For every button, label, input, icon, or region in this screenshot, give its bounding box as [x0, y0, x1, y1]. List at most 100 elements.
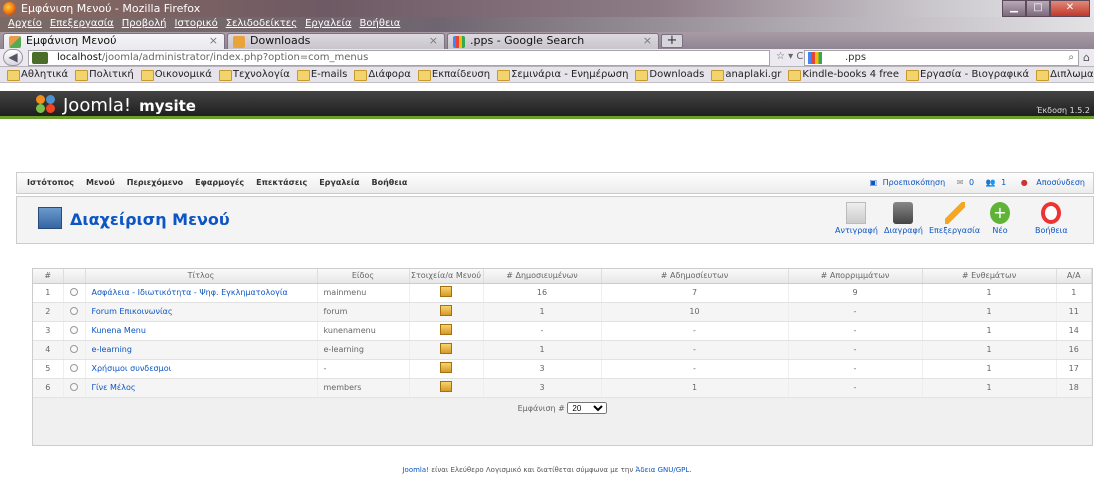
menu-items-icon[interactable]	[409, 321, 484, 341]
col-type[interactable]: Είδος	[317, 269, 410, 284]
close-button[interactable]: ✕	[1050, 0, 1090, 17]
bookmark-folder[interactable]: anaplaki.gr	[710, 67, 781, 82]
search-input[interactable]: .pps ⌕	[804, 50, 1079, 66]
admin-menu-components[interactable]: Εφαρμογές	[189, 173, 250, 193]
menu-title-link[interactable]: Ασφάλεια - Ιδιωτικότητα - Ψηφ. Εγκληματο…	[92, 288, 288, 297]
preview-link[interactable]: ▣ Προεπισκόπηση	[867, 173, 952, 193]
site-name: mysite	[139, 97, 196, 115]
row-select-radio[interactable]	[63, 359, 86, 379]
google-engine-icon[interactable]	[808, 52, 822, 64]
menu-title-link[interactable]: Γίνε Μέλος	[92, 383, 136, 392]
admin-menu-menus[interactable]: Μενού	[80, 173, 121, 193]
bookmark-folder[interactable]: Downloads	[634, 67, 704, 82]
menu-title-link[interactable]: Χρήσιμοι συνδεσμοι	[92, 364, 172, 373]
col-id[interactable]: Α/Α	[1056, 269, 1092, 284]
menu-view[interactable]: Προβολή	[118, 17, 171, 29]
tab-menu-manager[interactable]: Εμφάνιση Μενού ×	[3, 33, 225, 49]
row-published: 1	[483, 302, 602, 322]
new-button[interactable]: + Νέο	[990, 202, 1010, 235]
menu-items-icon[interactable]	[409, 302, 484, 322]
menu-tools[interactable]: Εργαλεία	[301, 17, 355, 29]
col-title[interactable]: Τίτλος	[85, 269, 318, 284]
bookmark-folder[interactable]: Εκπαίδευση	[417, 67, 490, 82]
row-number: 3	[33, 321, 64, 341]
bookmark-folder[interactable]: Kindle-books 4 free	[787, 67, 899, 82]
row-select-radio[interactable]	[63, 283, 86, 303]
delete-button[interactable]: Διαγραφή	[884, 202, 923, 235]
admin-menu-tools[interactable]: Εργαλεία	[313, 173, 365, 193]
bookmark-folder[interactable]: Διάφορα	[353, 67, 411, 82]
reload-icon[interactable]: ☆ ▾ C	[776, 51, 803, 62]
menu-help[interactable]: Βοήθεια	[356, 17, 405, 29]
url-bar[interactable]: localhost/joomla/administrator/index.php…	[28, 50, 770, 66]
menu-items-icon[interactable]	[409, 378, 484, 398]
row-id: 1	[1056, 283, 1092, 303]
gpl-license-link[interactable]: Άδεια GNU/GPL.	[635, 466, 691, 474]
row-trash: 9	[788, 283, 923, 303]
tab-downloads[interactable]: Downloads ×	[227, 33, 445, 49]
close-tab-icon[interactable]: ×	[429, 34, 438, 48]
menu-title-link[interactable]: Forum Επικοινωνίας	[92, 307, 173, 316]
row-modules: 1	[922, 283, 1057, 303]
admin-menu-content[interactable]: Περιεχόμενο	[121, 173, 189, 193]
bookmark-folder[interactable]: Οικονομικά	[140, 67, 212, 82]
close-tab-icon[interactable]: ×	[209, 34, 218, 48]
col-modules: # Ενθεμάτων	[922, 269, 1057, 284]
tab-google-search[interactable]: .pps - Google Search ×	[447, 33, 659, 49]
bookmark-folder[interactable]: Αθλητικά	[6, 67, 68, 82]
search-icon[interactable]: ⌕	[1068, 51, 1074, 65]
row-title: Kunena Menu	[85, 321, 318, 341]
bookmark-folder[interactable]: Εργασία - Βιογραφικά	[905, 67, 1029, 82]
search-value: .pps	[845, 52, 867, 63]
bookmark-folder[interactable]: Διπλωματική	[1035, 67, 1094, 82]
menubar: Αρχείο Επεξεργασία Προβολή Ιστορικό Σελι…	[0, 17, 1094, 32]
admin-menu-extensions[interactable]: Επεκτάσεις	[250, 173, 313, 193]
bookmark-folder[interactable]: E-mails	[296, 67, 347, 82]
help-button[interactable]: Βοήθεια	[1035, 202, 1068, 235]
back-button[interactable]: ◀	[3, 49, 23, 66]
edit-button[interactable]: Επεξεργασία	[929, 202, 980, 235]
row-trash: -	[788, 321, 923, 341]
menu-items-icon[interactable]	[409, 359, 484, 379]
menu-edit[interactable]: Επεξεργασία	[46, 17, 118, 29]
row-type: -	[317, 359, 410, 379]
copy-button[interactable]: Αντιγραφή	[835, 202, 878, 235]
edit-label: Επεξεργασία	[929, 226, 981, 235]
joomla-link[interactable]: Joomla!	[402, 466, 429, 474]
col-menu-items: Στοιχεία/α Μενού	[409, 269, 484, 284]
menu-title-link[interactable]: e-learning	[92, 345, 132, 354]
menu-items-icon[interactable]	[409, 340, 484, 360]
minimize-button[interactable]: ▁	[1002, 0, 1026, 17]
admin-menu-site[interactable]: Ιστότοπος	[17, 173, 80, 193]
maximize-button[interactable]: □	[1026, 0, 1050, 17]
tab-label: .pps - Google Search	[470, 34, 585, 47]
display-count-select[interactable]: 20	[567, 401, 608, 414]
row-trash: -	[788, 359, 923, 379]
admin-menu: Ιστότοπος Μενού Περιεχόμενο Εφαρμογές Επεκτά…	[16, 172, 1094, 194]
row-title: Forum Επικοινωνίας	[85, 302, 318, 322]
menu-title-link[interactable]: Kunena Menu	[92, 326, 146, 335]
copy-label: Αντιγραφή	[835, 226, 878, 235]
messages-count[interactable]: ✉ 0	[954, 173, 980, 193]
site-identity-icon[interactable]	[32, 52, 48, 64]
row-select-radio[interactable]	[63, 378, 86, 398]
menu-history[interactable]: Ιστορικό	[171, 17, 222, 29]
close-tab-icon[interactable]: ×	[643, 34, 652, 48]
bookmark-folder[interactable]: Πολιτική	[74, 67, 134, 82]
users-count[interactable]: 👥 1	[983, 173, 1013, 193]
bookmark-folder[interactable]: Τεχνολογία	[218, 67, 290, 82]
bookmark-folder[interactable]: Σεμινάρια - Ενημέρωση	[496, 67, 628, 82]
page-title-text: Διαχείριση Μενού	[70, 210, 230, 229]
row-select-radio[interactable]	[63, 302, 86, 322]
row-title: Ασφάλεια - Ιδιωτικότητα - Ψηφ. Εγκληματο…	[85, 283, 318, 303]
new-tab-button[interactable]: +	[661, 34, 683, 48]
home-icon[interactable]: ⌂	[1083, 51, 1090, 64]
admin-menu-help[interactable]: Βοήθεια	[365, 173, 413, 193]
help-label: Βοήθεια	[1035, 226, 1068, 235]
menu-bookmarks[interactable]: Σελιδοδείκτες	[222, 17, 301, 29]
menu-file[interactable]: Αρχείο	[0, 17, 46, 29]
logout-link[interactable]: ● Αποσύνδεση	[1015, 173, 1091, 193]
row-select-radio[interactable]	[63, 340, 86, 360]
menu-items-icon[interactable]	[409, 283, 484, 303]
row-select-radio[interactable]	[63, 321, 86, 341]
